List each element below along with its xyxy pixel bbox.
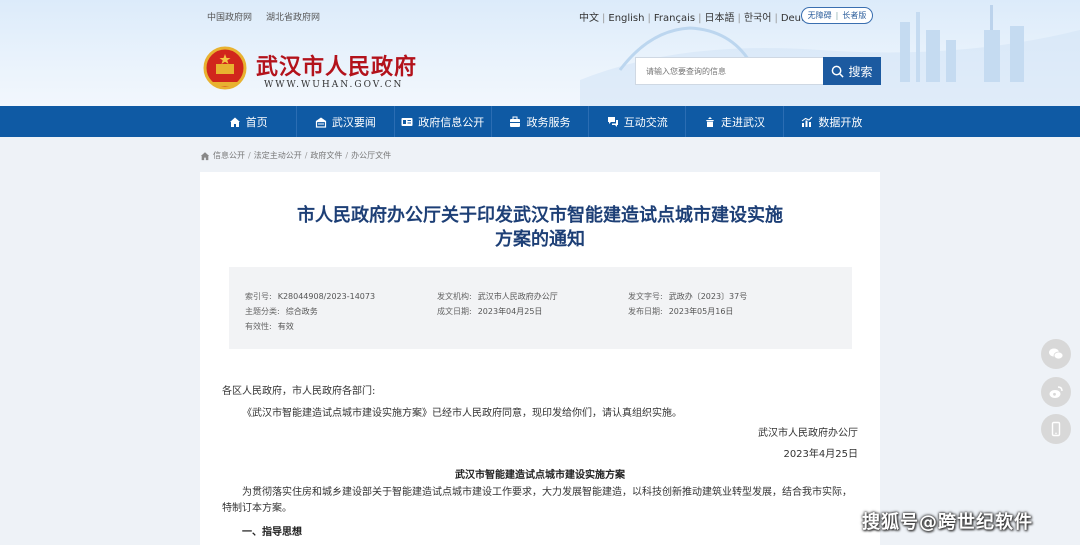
service-icon: [510, 116, 521, 127]
share-wechat-button[interactable]: [1041, 339, 1071, 369]
wechat-icon: [1049, 348, 1064, 360]
section-heading: 一、指导思想: [242, 527, 302, 538]
meta-org: 发文机构: 武汉市人民政府办公厅: [437, 292, 558, 301]
nav-item-label: 走进武汉: [721, 115, 766, 129]
site-url: WWW.WUHAN.GOV.CN: [264, 80, 404, 90]
search-button-label: 搜索: [848, 64, 873, 79]
interaction-icon: [607, 116, 618, 127]
data-icon: [802, 116, 813, 127]
breadcrumb-item[interactable]: 信息公开: [213, 150, 245, 161]
national-emblem-logo[interactable]: [203, 46, 247, 92]
notice-line: 《武汉市智能建造试点城市建设实施方案》已经市人民政府同意，现印发给你们，请认真组…: [242, 408, 682, 419]
share-weibo-button[interactable]: [1041, 377, 1071, 407]
language-switcher: 中文|English|Français|日本語|한국어|Deutsch: [579, 9, 822, 24]
breadcrumb: 信息公开 / 法定主动公开 / 政府文件 / 办公厅文件: [200, 150, 391, 161]
home-icon: [229, 117, 240, 127]
breadcrumb-item[interactable]: 法定主动公开: [254, 150, 302, 161]
nav-item-label: 政务服务: [526, 115, 571, 129]
document-subtitle: 武汉市智能建造试点城市建设实施方案: [455, 470, 625, 481]
news-icon: [315, 117, 327, 128]
top-links: 中国政府网 湖北省政府网: [207, 10, 334, 23]
mobile-icon: [1051, 421, 1061, 437]
search-input[interactable]: [636, 58, 823, 84]
share-mobile-button[interactable]: [1041, 414, 1071, 444]
signing-date: 2023年4月25日: [783, 449, 858, 460]
meta-created: 成文日期: 2023年04月25日: [437, 307, 543, 316]
nav-item-home[interactable]: 首页: [200, 106, 296, 137]
nav-item-label: 武汉要闻: [331, 115, 376, 129]
link-hubei-gov[interactable]: 湖北省政府网: [266, 13, 320, 23]
nav-item-info-disclosure[interactable]: 政府信息公开: [393, 106, 491, 137]
document-metadata: 索引号: K28044908/2023-14073 发文机构: 武汉市人民政府办公厅…: [229, 267, 852, 349]
search-box: [635, 57, 823, 85]
nav-item-label: 数据开放: [818, 115, 863, 129]
watermark: 搜狐号@跨世纪软件: [862, 512, 1033, 533]
breadcrumb-item[interactable]: 办公厅文件: [351, 150, 391, 161]
signing-organization: 武汉市人民政府办公厅: [758, 428, 858, 439]
paragraph: 为贯彻落实住房和城乡建设部关于智能建造试点城市建设工作要求，大力发展智能建造，以…: [222, 487, 852, 514]
meta-validity: 有效性: 有效: [245, 322, 294, 331]
search-icon: [832, 65, 845, 78]
article-title: 市人民政府办公厅关于印发武汉市智能建造试点城市建设实施 方案的通知: [200, 204, 880, 252]
article-title-line: 方案的通知: [495, 229, 585, 250]
weibo-icon: [1049, 386, 1063, 398]
elder-mode-link[interactable]: 长者版: [842, 10, 866, 21]
nav-item-interaction[interactable]: 互动交流: [588, 106, 685, 137]
nav-item-label: 互动交流: [623, 115, 668, 129]
nav-item-open-data[interactable]: 数据开放: [782, 106, 880, 137]
article-title-line: 市人民政府办公厅关于印发武汉市智能建造试点城市建设实施: [297, 205, 783, 226]
nav-item-label: 政府信息公开: [418, 115, 485, 129]
nav-item-label: 首页: [245, 115, 268, 129]
home-icon[interactable]: [200, 151, 210, 161]
meta-topic: 主题分类: 综合政务: [245, 307, 318, 316]
lang-zh[interactable]: 中文: [579, 13, 599, 24]
link-gov-cn[interactable]: 中国政府网: [207, 13, 252, 23]
meta-docno: 发文字号: 武政办〔2023〕37号: [628, 292, 748, 301]
article-card: 市人民政府办公厅关于印发武汉市智能建造试点城市建设实施 方案的通知 索引号: K2…: [200, 172, 880, 545]
lang-ja[interactable]: 日本語: [704, 13, 734, 24]
lang-fr[interactable]: Français: [654, 13, 695, 24]
breadcrumb-item[interactable]: 政府文件: [310, 150, 342, 161]
meta-index: 索引号: K28044908/2023-14073: [245, 292, 376, 301]
nav-item-news[interactable]: 武汉要闻: [296, 106, 393, 137]
meta-published: 发布日期: 2023年05月16日: [628, 307, 734, 316]
salutation: 各区人民政府，市人民政府各部门:: [222, 386, 376, 397]
lang-ko[interactable]: 한국어: [744, 13, 772, 24]
lang-en[interactable]: English: [608, 13, 644, 24]
accessible-mode-link[interactable]: 无障碍: [808, 10, 832, 21]
nav-item-visit-wuhan[interactable]: 走进武汉: [685, 106, 782, 137]
info-icon: [401, 117, 413, 126]
main-nav: 首页 武汉要闻 政府信息公开 政务服务 互动交流 走进武汉 数据开放: [0, 106, 1080, 137]
city-icon: [706, 116, 715, 127]
nav-item-gov-service[interactable]: 政务服务: [490, 106, 588, 137]
accessibility-toggle: 无障碍 | 长者版: [801, 7, 873, 24]
site-title: 武汉市人民政府: [256, 55, 418, 80]
search-button[interactable]: 搜索: [823, 57, 881, 85]
site-header: 中国政府网 湖北省政府网 中文 | English | Français | 日本語 | 한국어 |…: [0, 0, 1080, 106]
